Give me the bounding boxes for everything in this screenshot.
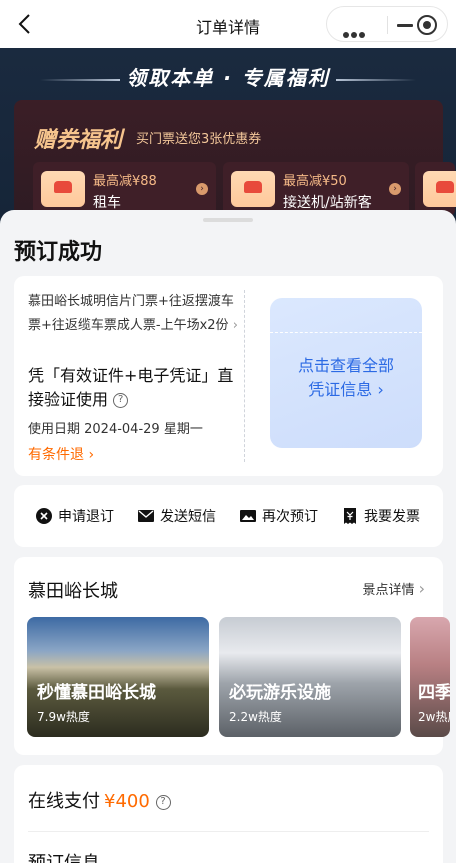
payment-row: 在线支付 ¥400 ?	[28, 787, 171, 813]
use-date: 使用日期 2024-04-29 星期一	[28, 422, 203, 437]
coupon-discount: 最高减¥50	[283, 174, 347, 189]
action-label: 发送短信	[160, 509, 216, 525]
scenic-detail-link[interactable]: 景点详情 ›	[362, 579, 425, 598]
action-label: 申请退订	[58, 509, 114, 525]
taxi-icon	[231, 171, 275, 207]
scenic-highlight-card[interactable]: 四季 2w热度	[410, 617, 450, 737]
headline-line-left	[40, 78, 121, 81]
highlight-heat: 7.9w热度	[37, 710, 90, 724]
promo-headline-row: 领取本单 · 专属福利	[0, 62, 456, 91]
scenic-card: 慕田峪长城 景点详情 › 秒懂慕田峪长城 7.9w热度 必玩游乐设施 2.2w热…	[14, 557, 450, 755]
chevron-right-icon: ›	[88, 447, 95, 463]
chevron-right-icon: ›	[196, 183, 208, 195]
rebook-button[interactable]: 再次预订	[240, 506, 318, 526]
car-icon	[41, 171, 85, 207]
coupon-car-rental[interactable]: 最高减¥88 租车 ›	[33, 162, 216, 216]
ticket-card: 慕田峪长城明信片门票+往返摆渡车票+往返缆车票成人票-上午场x2份 › 凭「有效…	[14, 276, 443, 476]
invoice-icon	[344, 508, 356, 524]
scenic-highlight-card[interactable]: 秒懂慕田峪长城 7.9w热度	[27, 617, 209, 737]
voucher-button[interactable]: 点击查看全部凭证信息 ›	[270, 298, 422, 448]
action-label: 我要发票	[364, 509, 420, 525]
highlight-title: 必玩游乐设施	[229, 683, 331, 703]
ticket-name-text: 慕田峪长城明信片门票+往返摆渡车票+往返缆车票成人票-上午场x2份	[28, 294, 234, 333]
scenic-highlight-card[interactable]: 必玩游乐设施 2.2w热度	[219, 617, 401, 737]
payment-amount: ¥400	[104, 791, 150, 812]
chevron-right-icon: ›	[418, 579, 425, 598]
order-actions: 申请退订 发送短信 再次预订 我要发票	[14, 485, 443, 547]
gift-subtitle: 买门票送您3张优惠券	[136, 132, 262, 147]
voucher-perforation	[270, 332, 422, 333]
chevron-right-icon: ›	[377, 380, 384, 399]
coupon-icon	[423, 171, 456, 207]
mail-icon	[138, 510, 154, 522]
verify-method-text: 凭「有效证件+电子凭证」直接验证使用	[28, 366, 234, 409]
help-icon[interactable]: ?	[155, 794, 171, 810]
verify-method: 凭「有效证件+电子凭证」直接验证使用 ?	[28, 364, 248, 412]
chevron-right-icon: ›	[389, 183, 401, 195]
ticket-divider	[244, 290, 245, 462]
minimize-icon[interactable]	[397, 24, 413, 27]
help-icon[interactable]: ?	[113, 393, 129, 408]
chevron-right-icon: ›	[232, 318, 238, 333]
scenic-name: 慕田峪长城	[28, 581, 118, 602]
scenic-detail-text: 景点详情	[362, 583, 415, 598]
order-status-title: 预订成功	[14, 240, 103, 265]
payment-divider	[28, 831, 429, 832]
gift-title: 赠券福利	[34, 128, 123, 153]
send-sms-button[interactable]: 发送短信	[138, 506, 216, 526]
promo-headline: 领取本单 · 专属福利	[126, 66, 330, 90]
mini-program-capsule	[326, 6, 448, 42]
coupon-partial[interactable]	[415, 162, 456, 216]
payment-label: 在线支付	[28, 791, 100, 812]
action-label: 再次预订	[262, 509, 318, 525]
coupon-name: 接送机/站新客	[283, 195, 372, 211]
coupon-airport-transfer[interactable]: 最高减¥50 接送机/站新客 ›	[223, 162, 409, 216]
headline-line-right	[335, 78, 416, 81]
booking-info-title: 预订信息	[28, 849, 100, 863]
highlight-heat: 2.2w热度	[229, 710, 282, 724]
voucher-link: 点击查看全部凭证信息 ›	[270, 354, 422, 402]
coupon-name: 租车	[93, 195, 121, 211]
refund-policy-link[interactable]: 有条件退 ›	[28, 444, 94, 464]
top-bar: 订单详情	[0, 0, 456, 48]
order-sheet: 预订成功 慕田峪长城明信片门票+往返摆渡车票+往返缆车票成人票-上午场x2份 ›…	[0, 210, 456, 863]
cancel-order-button[interactable]: 申请退订	[36, 506, 114, 526]
capsule-divider	[387, 16, 388, 34]
coupon-discount: 最高减¥88	[93, 174, 157, 189]
cancel-icon	[36, 508, 52, 524]
highlight-title: 四季	[418, 683, 450, 703]
highlight-heat: 2w热度	[418, 710, 450, 724]
ticket-name[interactable]: 慕田峪长城明信片门票+往返摆渡车票+往返缆车票成人票-上午场x2份 ›	[28, 290, 238, 338]
invoice-button[interactable]: 我要发票	[342, 506, 420, 526]
refund-policy-text: 有条件退	[28, 447, 84, 463]
drag-handle[interactable]	[203, 218, 253, 222]
more-icon[interactable]	[343, 23, 367, 42]
highlight-title: 秒懂慕田峪长城	[37, 683, 156, 703]
payment-card: 在线支付¥400 ? 预订信息	[14, 765, 443, 863]
close-target-icon[interactable]	[417, 15, 437, 35]
image-icon	[240, 510, 256, 522]
